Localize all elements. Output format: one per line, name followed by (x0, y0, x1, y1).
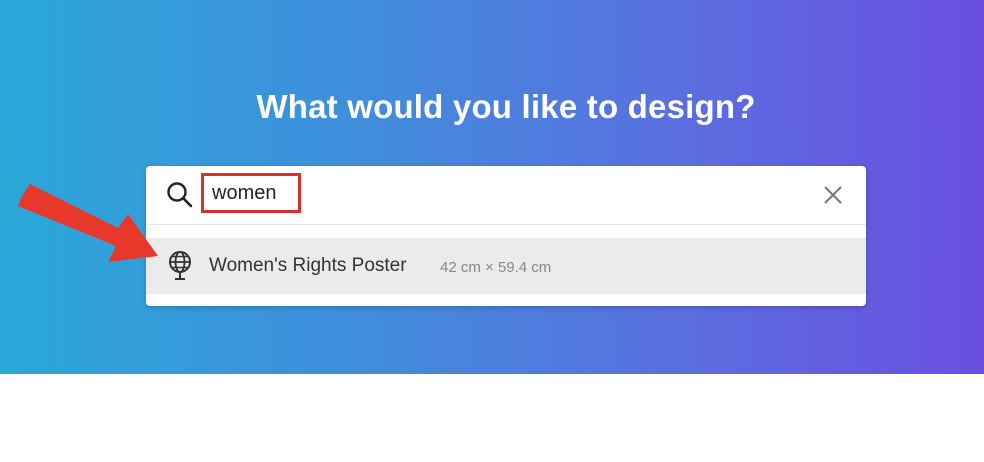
search-panel: Women's Rights Poster 42 cm × 59.4 cm (146, 166, 866, 306)
close-icon[interactable] (822, 184, 844, 206)
result-title: Women's Rights Poster (209, 255, 407, 276)
hero-banner: What would you like to design? women Wom… (0, 0, 984, 374)
result-dimensions: 42 cm × 59.4 cm (440, 259, 552, 276)
search-bar (146, 166, 866, 225)
search-result-item[interactable]: Women's Rights Poster 42 cm × 59.4 cm (146, 238, 866, 294)
search-query-highlight (201, 173, 301, 213)
page-title: What would you like to design? (256, 88, 756, 125)
red-arrow-annotation (18, 184, 158, 262)
search-input[interactable] (212, 182, 296, 205)
